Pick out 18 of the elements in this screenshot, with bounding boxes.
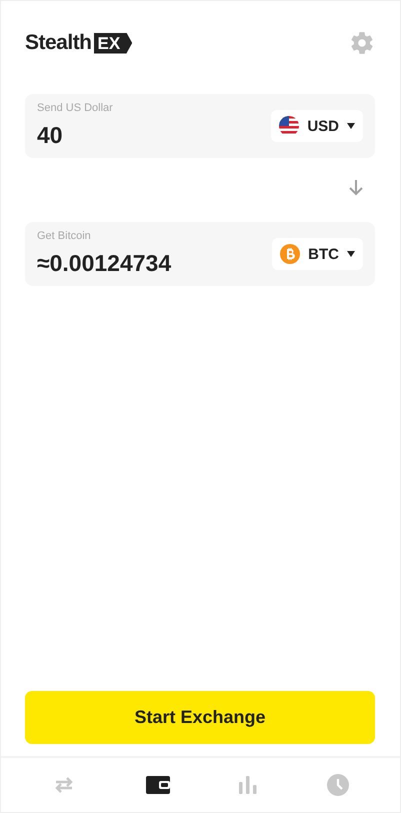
clock-icon[interactable] (327, 774, 350, 796)
bitcoin-icon (280, 244, 300, 264)
amount-value[interactable]: 40 (37, 122, 113, 148)
currency-picker[interactable]: BTC (272, 238, 363, 270)
start-exchange-button[interactable]: Start Exchange (25, 691, 375, 744)
logo-text: Stealth (25, 31, 92, 55)
field-label: Send US Dollar (37, 102, 113, 114)
field-label: Get Bitcoin (37, 230, 92, 242)
bar-chart-icon[interactable] (239, 776, 258, 794)
caret-icon (347, 123, 355, 129)
wallet-icon[interactable] (146, 776, 170, 794)
amount-value[interactable]: ≈0.00124734 (37, 250, 172, 276)
currency-picker[interactable]: USD (271, 110, 363, 142)
arrow-down-icon[interactable] (349, 180, 363, 196)
settings-icon[interactable] (349, 30, 375, 56)
caret-icon (347, 251, 355, 257)
logo-tag: EX (94, 32, 132, 54)
us-flag-icon (279, 116, 300, 136)
